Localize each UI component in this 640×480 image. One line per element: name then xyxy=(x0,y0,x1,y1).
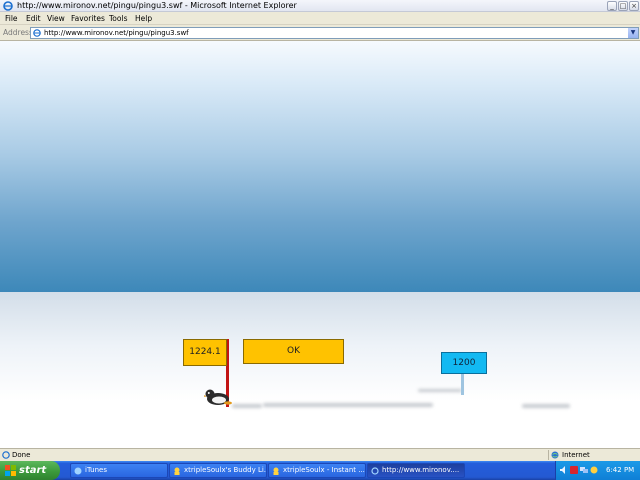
messenger-icon[interactable] xyxy=(590,466,598,474)
status-divider xyxy=(548,450,549,460)
record-sign: 1200 xyxy=(441,352,487,374)
menu-view[interactable]: View xyxy=(47,12,65,25)
page-done-icon xyxy=(2,451,10,459)
security-zone-text: Internet xyxy=(562,451,590,459)
taskbar-item-itunes[interactable]: iTunes xyxy=(70,463,168,478)
close-button[interactable]: × xyxy=(629,1,639,11)
sky-background xyxy=(0,41,640,292)
distance-sign: 1224.1 xyxy=(183,339,227,366)
globe-icon xyxy=(551,451,559,459)
slide-track-shadow xyxy=(263,403,433,407)
clock: 6:42 PM xyxy=(606,466,635,474)
taskbar-item-buddy-list[interactable]: xtripleSoulx's Buddy Li... xyxy=(169,463,267,478)
menu-edit[interactable]: Edit xyxy=(26,12,41,25)
window-title: http://www.mironov.net/pingu/pingu3.swf … xyxy=(17,1,297,10)
menu-favorites[interactable]: Favorites xyxy=(71,12,105,25)
pingu-shadow xyxy=(232,404,262,408)
title-bar: http://www.mironov.net/pingu/pingu3.swf … xyxy=(0,0,640,12)
minimize-button[interactable]: _ xyxy=(607,1,617,11)
menu-help[interactable]: Help xyxy=(135,12,152,25)
start-button[interactable]: start xyxy=(0,461,60,480)
address-bar: Address http://www.mironov.net/pingu/pin… xyxy=(0,25,640,41)
menu-file[interactable]: File xyxy=(5,12,18,25)
itunes-icon xyxy=(74,467,82,475)
network-icon[interactable] xyxy=(580,466,588,474)
status-bar: Done Internet xyxy=(0,448,640,461)
menu-tools[interactable]: Tools xyxy=(109,12,127,25)
menu-bar: File Edit View Favorites Tools Help xyxy=(0,12,640,36)
antivirus-icon[interactable] xyxy=(570,466,578,474)
record-marker-pole xyxy=(461,373,464,395)
ie-icon xyxy=(3,1,13,11)
system-tray: 6:42 PM xyxy=(555,461,640,480)
chevron-down-icon[interactable]: ▼ xyxy=(628,28,638,38)
instant-message-icon xyxy=(273,467,279,475)
far-track-shadow xyxy=(522,404,570,408)
status-text: Done xyxy=(12,451,31,459)
taskbar-item-instant-message[interactable]: xtripleSoulx - Instant ... xyxy=(268,463,366,478)
penguin-sprite xyxy=(204,389,232,405)
flash-game-area[interactable]: 1224.1 OK 1200 xyxy=(0,41,640,448)
start-label: start xyxy=(19,465,47,476)
sound-icon[interactable] xyxy=(560,466,568,474)
sign-shadow xyxy=(418,389,462,392)
maximize-button[interactable]: □ xyxy=(618,1,628,11)
page-icon xyxy=(33,29,41,37)
address-label: Address xyxy=(3,28,33,37)
address-url: http://www.mironov.net/pingu/pingu3.swf xyxy=(44,29,189,37)
ie-icon xyxy=(371,467,379,475)
taskbar: start iTunes xtripleSoulx's Buddy Li... … xyxy=(0,461,640,480)
ok-button[interactable]: OK xyxy=(243,339,344,364)
windows-logo-icon xyxy=(5,465,16,476)
buddy-list-icon xyxy=(174,467,180,475)
address-input[interactable]: http://www.mironov.net/pingu/pingu3.swf … xyxy=(30,27,639,39)
taskbar-item-browser[interactable]: http://www.mironov.... xyxy=(367,463,465,478)
snow-ground xyxy=(0,292,640,448)
